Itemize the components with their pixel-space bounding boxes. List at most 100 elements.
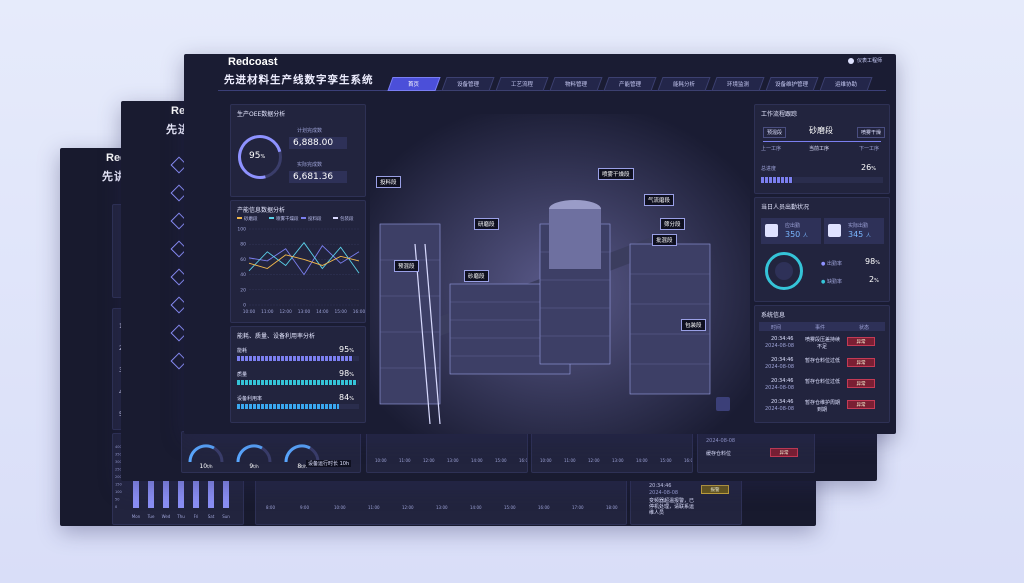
alarm-time-3: 20:34:46: [649, 483, 672, 489]
axis-tick: 15:00: [495, 458, 507, 463]
x-tick: 11:00: [261, 309, 274, 315]
day-label: Sun: [222, 514, 230, 519]
row-status-badge[interactable]: 异常: [847, 400, 875, 409]
util-bar: [237, 380, 357, 385]
axis-tick: 17:00: [572, 505, 584, 510]
row-event: 暂存仓料位过低: [805, 358, 841, 364]
util-number: 95: [339, 345, 350, 354]
user-name: 仪表工程师: [856, 58, 882, 64]
y-tick: 80: [240, 242, 246, 248]
tab-8[interactable]: 运维协助: [819, 77, 873, 91]
scene-tag[interactable]: 喷雾干燥段: [598, 168, 634, 180]
x-tick: 10:00: [243, 309, 256, 315]
util-value: 84%: [339, 393, 354, 402]
oee-title: 生产OEE数据分析: [237, 111, 286, 118]
capacity-panel: 产能信息数据分析 砂磨段 喷雾干燥段 投料段 包装段 100 80 60 40 20 0 10:00…: [230, 200, 366, 323]
gauge-fill: [236, 444, 263, 463]
tab-0[interactable]: 首页: [387, 77, 441, 91]
utilization-title: 能耗、质量、设备利用率分析: [237, 333, 316, 340]
axis-tick: 9:00: [300, 505, 309, 510]
view-toggle-icon[interactable]: [716, 397, 730, 411]
tab-label: 物料管理: [564, 82, 587, 88]
axis-tick: 12:00: [588, 458, 600, 463]
timeline-panel-3: 8:00 9:00 10:00 11:00 12:00 13:00 14:00 15:00 16…: [255, 478, 627, 525]
y-tick: 20: [240, 287, 246, 293]
factory-3d-scene[interactable]: [370, 114, 750, 434]
axis-tick: 12:00: [402, 505, 414, 510]
scene-tag[interactable]: 投料段: [376, 176, 401, 188]
sysinfo-panel: 系统信息 时间 事件 状态 20:34:46 2024-08-08 喷雾段压差持续不…: [754, 305, 890, 423]
scene-tag[interactable]: 包装段: [681, 319, 706, 331]
row-event-2: 到期: [817, 407, 828, 413]
tab-1[interactable]: 设备管理: [441, 77, 495, 91]
row-event-2: 不足: [817, 344, 828, 350]
user-info[interactable]: 仪表工程师: [847, 57, 882, 64]
tab-3[interactable]: 物料管理: [549, 77, 603, 91]
scene-tag[interactable]: 气流磨段: [644, 194, 675, 206]
axis-tick: 11:00: [564, 458, 576, 463]
axis-tick: 13:00: [612, 458, 624, 463]
person-check-icon: [828, 224, 841, 237]
scene-tag[interactable]: 筛分段: [660, 218, 685, 230]
row-status-badge[interactable]: 异常: [847, 337, 875, 346]
y-tick: 60: [240, 257, 246, 263]
row-time: 20:34:46: [771, 357, 794, 363]
tab-4[interactable]: 产能管理: [603, 77, 657, 91]
runtime-label: 设备运行时长 10h: [306, 460, 352, 467]
sysinfo-title: 系统信息: [761, 312, 786, 319]
workflow-current: 砂磨段: [809, 126, 833, 135]
x-tick: 14:00: [316, 309, 329, 315]
tab-7[interactable]: 设备维护管理: [765, 77, 819, 91]
timeline-axis-2b: 10:00 11:00 12:00 13:00 14:00 15:00 16:00: [540, 458, 696, 463]
day-bar: [223, 478, 229, 508]
alarm-status-3[interactable]: 报警: [701, 485, 729, 494]
workflow-next-label: 下一工序: [859, 146, 880, 152]
actual-label: 实际完成数: [297, 162, 323, 168]
tab-label: 能耗分析: [672, 82, 695, 88]
row-event: 暂存仓维护周期: [805, 400, 841, 406]
x-tick: 15:00: [334, 309, 347, 315]
y-tick: 0: [243, 303, 246, 309]
series-line: [248, 241, 360, 274]
col-time: 时间: [771, 325, 782, 331]
row-status-badge[interactable]: 异常: [847, 379, 875, 388]
person-icon: [765, 224, 778, 237]
day-label: Fri: [194, 514, 199, 519]
gauge-value: 10t/h: [199, 463, 213, 470]
row-date: 2024-08-08: [765, 406, 795, 412]
row-time: 20:34:46: [771, 399, 794, 405]
rate-value: 98%: [865, 257, 880, 266]
util-bar: [237, 404, 340, 409]
row-status-badge[interactable]: 异常: [847, 358, 875, 367]
legend-label: 喷雾干燥段: [276, 215, 299, 222]
row-date: 2024-08-08: [765, 364, 795, 370]
scene-tag[interactable]: 预混段: [394, 260, 419, 272]
col-event: 事件: [815, 325, 826, 331]
event-status-2[interactable]: 异常: [770, 448, 798, 457]
day-label: Sat: [208, 514, 215, 519]
gauge-panel-2: 10t/h 9t/h 8t/h 设备运行时长 10h: [181, 431, 361, 473]
scene-tag[interactable]: 批混段: [652, 234, 677, 246]
attendance-panel: 当日人员出勤状况 应出勤 350 人 实际出勤 345 人 ● 出勤率 98% …: [754, 197, 890, 302]
axis-tick: 11:00: [399, 458, 411, 463]
x-tick: 12:00: [279, 309, 292, 315]
timeline-axis-2a: 10:00 11:00 12:00 13:00 14:00 15:00 16:00: [375, 458, 531, 463]
axis-tick: 14:00: [471, 458, 483, 463]
row-date: 2024-08-08: [765, 385, 795, 391]
row-event: 喷雾段压差持续: [805, 337, 841, 343]
alarm-date-3: 2024-08-08: [649, 490, 679, 496]
legend-swatch: [301, 217, 306, 219]
y-tick: 0: [115, 505, 117, 509]
tab-5[interactable]: 能耗分析: [657, 77, 711, 91]
tab-2[interactable]: 工艺流程: [495, 77, 549, 91]
tab-6[interactable]: 环境监测: [711, 77, 765, 91]
oee-percent: 95%: [249, 151, 266, 161]
tab-label: 首页: [408, 82, 420, 88]
row-event: 暂存仓料位过低: [805, 379, 841, 385]
absent-label: ● 缺勤率: [821, 279, 842, 285]
tab-label: 设备管理: [456, 82, 479, 88]
scene-tag[interactable]: 砂磨段: [464, 270, 489, 282]
legend-swatch: [269, 217, 274, 219]
event-panel-2: 2024-08-08 缓存仓料位 异常: [697, 431, 815, 473]
scene-tag[interactable]: 研磨段: [474, 218, 499, 230]
